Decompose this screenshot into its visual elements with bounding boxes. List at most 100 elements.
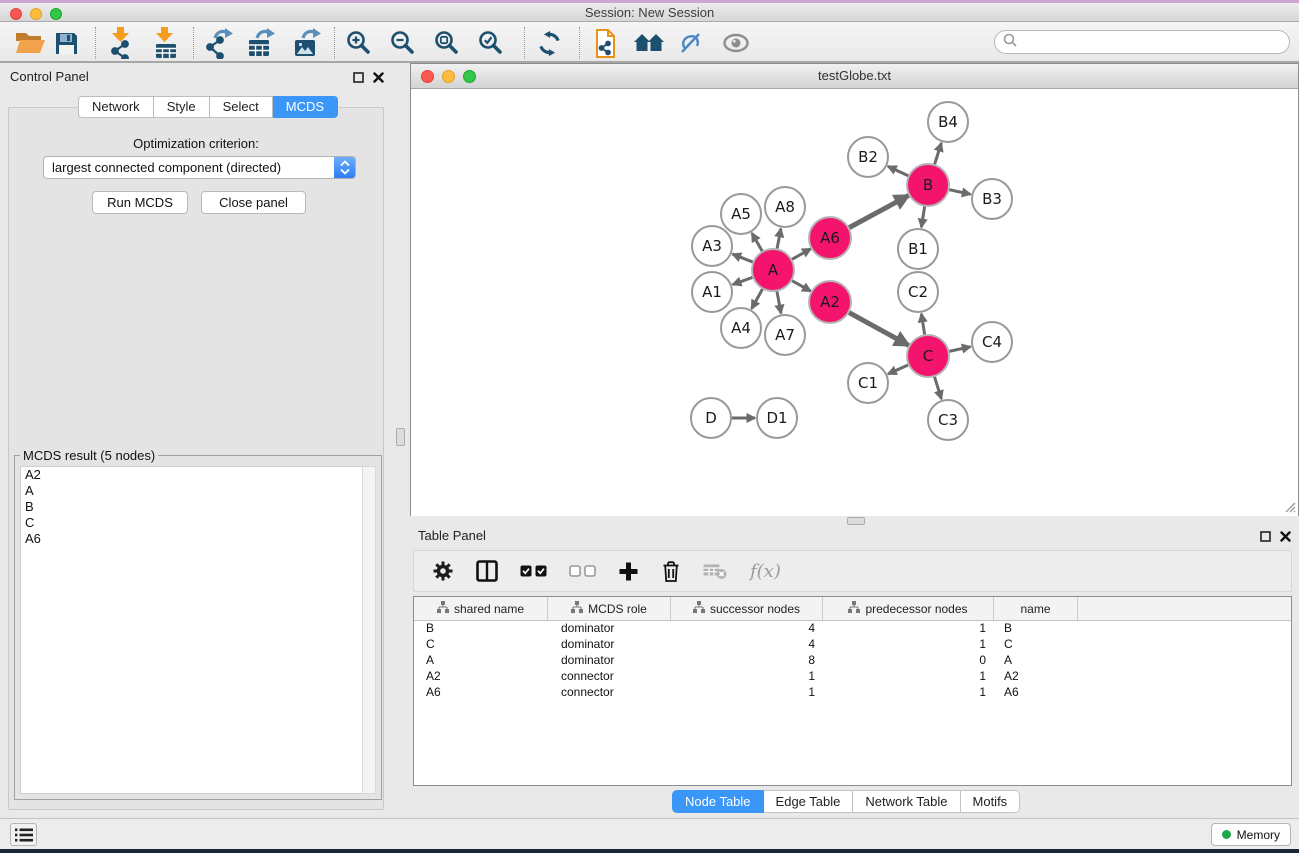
zoom-in-icon[interactable] (346, 27, 372, 59)
graph-node-B3[interactable]: B3 (972, 179, 1012, 219)
graph-node-C3[interactable]: C3 (928, 400, 968, 440)
table-row[interactable]: Cdominator41C (414, 637, 1291, 653)
network-canvas[interactable]: B4B2BB3A5A8A6A3B1AA1C2A2A4A7C4CC1C3DD1 (411, 89, 1298, 516)
graph-node-A[interactable]: A (752, 249, 794, 291)
graph-edge-C-C1[interactable] (888, 365, 909, 374)
zoom-out-icon[interactable] (390, 27, 416, 59)
graph-edge-A-A1[interactable] (733, 277, 754, 284)
graph-edge-A-A2[interactable] (791, 280, 811, 291)
graph-edge-B-B1[interactable] (921, 206, 924, 228)
network-window-titlebar[interactable]: testGlobe.txt (411, 64, 1298, 89)
graph-edge-A-A3[interactable] (732, 254, 753, 262)
divider-collapse-handle[interactable] (396, 428, 405, 446)
graph-edge-C-C3[interactable] (934, 376, 941, 399)
graph-node-A6[interactable]: A6 (809, 217, 851, 259)
graph-node-B1[interactable]: B1 (898, 229, 938, 269)
import-table-icon[interactable] (152, 27, 180, 59)
mcds-result-item[interactable]: B (21, 499, 362, 515)
graph-node-C[interactable]: C (907, 335, 949, 377)
deselect-all-icon[interactable] (569, 565, 596, 577)
graph-node-B4[interactable]: B4 (928, 102, 968, 142)
open-session-icon[interactable] (14, 27, 46, 59)
home-icon[interactable] (633, 27, 665, 59)
show-graphics-eye-icon[interactable] (721, 27, 751, 59)
select-all-icon[interactable] (520, 565, 547, 577)
graph-node-D1[interactable]: D1 (757, 398, 797, 438)
table-row[interactable]: Bdominator41B (414, 621, 1291, 637)
mcds-result-item[interactable]: A (21, 483, 362, 499)
graph-node-C2[interactable]: C2 (898, 272, 938, 312)
mcds-list-scrollbar[interactable] (362, 466, 376, 794)
graph-node-A3[interactable]: A3 (692, 226, 732, 266)
graph-node-A1[interactable]: A1 (692, 272, 732, 312)
graph-node-B[interactable]: B (907, 164, 949, 206)
table-row[interactable]: A6connector11A6 (414, 685, 1291, 701)
column-header-shared-name[interactable]: shared name (414, 597, 548, 620)
graph-edge-A-A4[interactable] (752, 288, 763, 308)
graph-edge-B-B2[interactable] (888, 166, 909, 176)
graph-node-C1[interactable]: C1 (848, 363, 888, 403)
horizontal-split-divider[interactable] (410, 516, 1299, 526)
column-header-name[interactable]: name (994, 597, 1078, 620)
graph-edge-A-A8[interactable] (777, 229, 781, 250)
tab-select[interactable]: Select (210, 96, 273, 118)
task-history-button[interactable] (10, 823, 37, 846)
table-row[interactable]: A2connector11A2 (414, 669, 1291, 685)
vertical-split-divider[interactable] (392, 63, 410, 818)
graph-edge-A-A5[interactable] (752, 233, 763, 252)
graph-edge-C-C2[interactable] (921, 314, 924, 336)
graph-edge-C-C4[interactable] (949, 347, 971, 352)
add-column-plus-icon[interactable] (618, 561, 639, 582)
graph-edge-B-B3[interactable] (949, 189, 971, 194)
close-panel-button[interactable]: Close panel (201, 191, 306, 214)
float-panel-icon[interactable] (353, 70, 364, 88)
function-builder-icon[interactable]: f(x) (750, 561, 781, 582)
zoom-fit-icon[interactable] (434, 27, 460, 59)
tab-network-table[interactable]: Network Table (853, 790, 960, 813)
refresh-layout-icon[interactable] (536, 27, 563, 59)
column-header-MCDS-role[interactable]: MCDS role (548, 597, 671, 620)
column-header-successor-nodes[interactable]: successor nodes (671, 597, 823, 620)
export-network-icon[interactable] (204, 27, 234, 59)
zoom-selected-icon[interactable] (478, 27, 504, 59)
column-header-predecessor-nodes[interactable]: predecessor nodes (823, 597, 994, 620)
hide-graphics-icon[interactable] (677, 27, 704, 59)
network-graph[interactable]: B4B2BB3A5A8A6A3B1AA1C2A2A4A7C4CC1C3DD1 (411, 89, 1298, 516)
tab-mcds[interactable]: MCDS (273, 96, 338, 118)
mcds-result-item[interactable]: A6 (21, 531, 362, 547)
graph-node-D[interactable]: D (691, 398, 731, 438)
tab-network[interactable]: Network (78, 96, 154, 118)
delete-column-trash-icon[interactable] (661, 560, 681, 583)
tab-motifs[interactable]: Motifs (961, 790, 1021, 813)
tab-edge-table[interactable]: Edge Table (764, 790, 854, 813)
graph-edge-A2-C[interactable] (848, 312, 908, 345)
table-row[interactable]: Adominator80A (414, 653, 1291, 669)
search-input[interactable] (1022, 35, 1289, 49)
float-table-panel-icon[interactable] (1260, 529, 1271, 547)
delete-table-icon[interactable] (703, 563, 728, 580)
divider-collapse-handle-horizontal[interactable] (847, 517, 865, 525)
tab-node-table[interactable]: Node Table (672, 790, 764, 813)
table-settings-gear-icon[interactable] (432, 560, 454, 582)
close-panel-icon[interactable] (373, 70, 384, 88)
search-box[interactable] (994, 30, 1290, 54)
graph-node-A2[interactable]: A2 (809, 281, 851, 323)
criterion-select[interactable]: largest connected component (directed) (43, 156, 356, 179)
tab-style[interactable]: Style (154, 96, 210, 118)
graph-node-C4[interactable]: C4 (972, 322, 1012, 362)
copy-style-icon[interactable] (592, 27, 619, 59)
graph-node-A7[interactable]: A7 (765, 315, 805, 355)
memory-button[interactable]: Memory (1211, 823, 1291, 846)
mcds-result-item[interactable]: C (21, 515, 362, 531)
import-network-icon[interactable] (108, 27, 136, 59)
mcds-result-item[interactable]: A2 (21, 467, 362, 483)
window-resize-grip[interactable] (1282, 499, 1296, 513)
show-columns-icon[interactable] (476, 560, 498, 582)
save-session-icon[interactable] (54, 27, 79, 59)
graph-edge-A-A6[interactable] (791, 249, 811, 260)
graph-node-B2[interactable]: B2 (848, 137, 888, 177)
run-mcds-button[interactable]: Run MCDS (92, 191, 188, 214)
export-image-icon[interactable] (292, 27, 322, 59)
graph-edge-B-B4[interactable] (934, 143, 941, 165)
close-table-panel-icon[interactable] (1280, 529, 1291, 547)
